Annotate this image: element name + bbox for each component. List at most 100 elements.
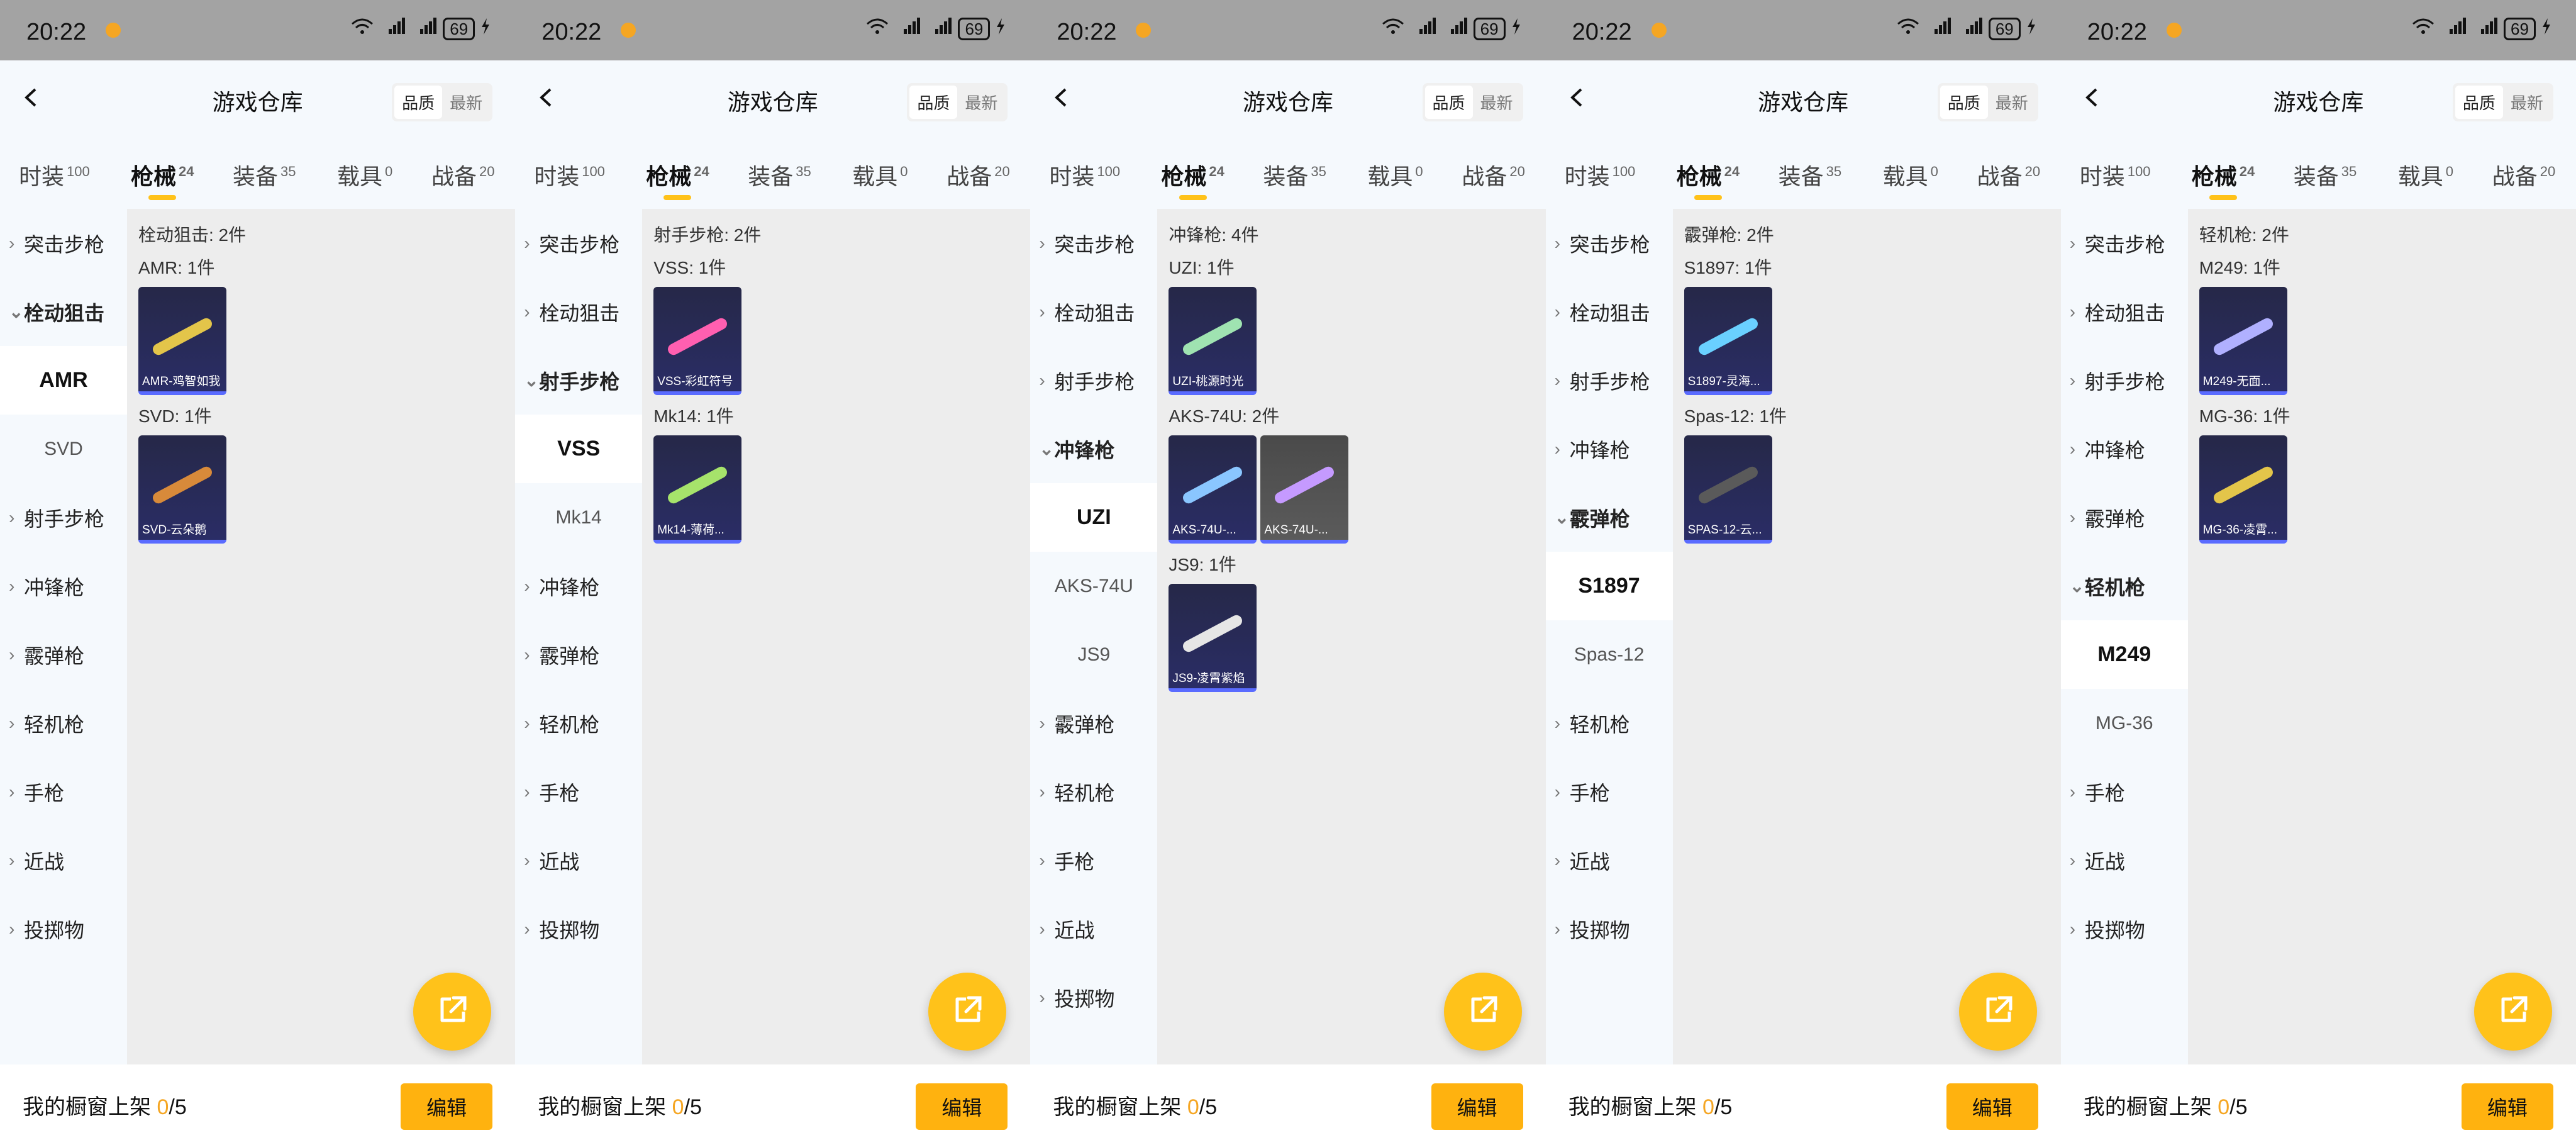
skin-card[interactable]: SPAS-12-云... (1684, 435, 1772, 544)
tab-item[interactable]: 载具 0 (2398, 159, 2453, 191)
share-button[interactable] (1958, 973, 2037, 1051)
sidebar-category[interactable]: › 投掷物 (0, 895, 127, 963)
sidebar-subitem[interactable]: Spas-12 (1546, 620, 1673, 689)
tab-item[interactable]: 装备 35 (233, 159, 296, 191)
sidebar-category[interactable]: ⌄ 轻机枪 (2061, 552, 2188, 620)
tab-item[interactable]: 装备 35 (1779, 159, 1842, 191)
sidebar-category[interactable]: ⌄ 栓动狙击 (0, 277, 127, 346)
sidebar-category[interactable]: › 冲锋枪 (515, 552, 642, 620)
sidebar-category[interactable]: › 手枪 (515, 757, 642, 826)
tab-item[interactable]: 战备 20 (431, 159, 495, 191)
edit-button[interactable]: 编辑 (2461, 1083, 2553, 1130)
sort-quality-button[interactable]: 品质 (2455, 86, 2503, 119)
sidebar-subitem[interactable]: Mk14 (515, 483, 642, 552)
skin-card[interactable]: AMR-鸡智如我 (138, 287, 226, 395)
share-button[interactable] (413, 973, 492, 1051)
tab-item[interactable]: 时装 100 (534, 159, 605, 191)
sidebar-subitem[interactable]: VSS (515, 415, 643, 483)
sidebar-category[interactable]: › 射手步枪 (1030, 346, 1157, 415)
sidebar-category[interactable]: › 冲锋枪 (2061, 415, 2188, 483)
sidebar-category[interactable]: › 投掷物 (515, 895, 642, 963)
sort-quality-button[interactable]: 品质 (1940, 86, 1988, 119)
sidebar-category[interactable]: › 霰弹枪 (515, 620, 642, 689)
tab-item[interactable]: 枪械 24 (646, 159, 709, 200)
sidebar-subitem[interactable]: UZI (1030, 483, 1158, 552)
sidebar-subitem[interactable]: SVD (0, 415, 127, 483)
sidebar-category[interactable]: › 近战 (2061, 826, 2188, 895)
sort-latest-button[interactable]: 最新 (1988, 86, 2036, 119)
sidebar-category[interactable]: › 射手步枪 (2061, 346, 2188, 415)
tab-item[interactable]: 枪械 24 (1161, 159, 1224, 200)
tab-item[interactable]: 战备 20 (1462, 159, 1525, 191)
sidebar-category[interactable]: › 霰弹枪 (2061, 483, 2188, 552)
tab-item[interactable]: 装备 35 (1263, 159, 1326, 191)
skin-card[interactable]: M249-无面... (2199, 287, 2287, 395)
tab-item[interactable]: 载具 0 (337, 159, 392, 191)
sort-latest-button[interactable]: 最新 (442, 86, 490, 119)
sidebar-category[interactable]: › 突击步枪 (515, 209, 642, 277)
sidebar-category[interactable]: › 栓动狙击 (1030, 277, 1157, 346)
sidebar-subitem[interactable]: AMR (0, 346, 127, 415)
share-button[interactable] (928, 973, 1007, 1051)
sidebar-subitem[interactable]: AKS-74U (1030, 552, 1157, 620)
edit-button[interactable]: 编辑 (916, 1083, 1008, 1130)
sidebar-category[interactable]: › 轻机枪 (1546, 689, 1673, 757)
skin-card[interactable]: VSS-彩虹符号 (653, 287, 742, 395)
tab-item[interactable]: 枪械 24 (2192, 159, 2255, 200)
sidebar-category[interactable]: › 手枪 (0, 757, 127, 826)
skin-card[interactable]: MG-36-凌霄... (2199, 435, 2287, 544)
edit-button[interactable]: 编辑 (401, 1083, 493, 1130)
sidebar-category[interactable]: ⌄ 霰弹枪 (1546, 483, 1673, 552)
skin-card[interactable]: AKS-74U-... (1169, 435, 1257, 544)
sidebar-category[interactable]: › 栓动狙击 (2061, 277, 2188, 346)
tab-item[interactable]: 时装 100 (1049, 159, 1120, 191)
tab-item[interactable]: 战备 20 (1977, 159, 2041, 191)
sidebar-category[interactable]: › 轻机枪 (515, 689, 642, 757)
sidebar-category[interactable]: › 突击步枪 (1030, 209, 1157, 277)
tab-item[interactable]: 枪械 24 (1677, 159, 1740, 200)
sidebar-category[interactable]: › 投掷物 (1546, 895, 1673, 963)
skin-card[interactable]: JS9-凌霄紫焰 (1169, 584, 1257, 692)
sidebar-category[interactable]: › 轻机枪 (0, 689, 127, 757)
tab-item[interactable]: 战备 20 (2492, 159, 2556, 191)
tab-item[interactable]: 时装 100 (1565, 159, 1636, 191)
sidebar-category[interactable]: › 近战 (0, 826, 127, 895)
tab-item[interactable]: 枪械 24 (131, 159, 194, 200)
sort-latest-button[interactable]: 最新 (2503, 86, 2551, 119)
edit-button[interactable]: 编辑 (1431, 1083, 1523, 1130)
share-button[interactable] (1443, 973, 1522, 1051)
tab-item[interactable]: 装备 35 (748, 159, 811, 191)
sidebar-category[interactable]: › 突击步枪 (1546, 209, 1673, 277)
sidebar-category[interactable]: › 近战 (1030, 895, 1157, 963)
share-button[interactable] (2473, 973, 2552, 1051)
sidebar-category[interactable]: › 霰弹枪 (0, 620, 127, 689)
sort-quality-button[interactable]: 品质 (394, 86, 443, 119)
sidebar-category[interactable]: › 手枪 (2061, 757, 2188, 826)
sidebar-category[interactable]: › 突击步枪 (2061, 209, 2188, 277)
tab-item[interactable]: 载具 0 (1367, 159, 1423, 191)
sidebar-subitem[interactable]: S1897 (1545, 552, 1673, 620)
tab-item[interactable]: 战备 20 (947, 159, 1010, 191)
sidebar-category[interactable]: › 霰弹枪 (1030, 689, 1157, 757)
tab-item[interactable]: 时装 100 (2080, 159, 2151, 191)
sidebar-subitem[interactable]: JS9 (1030, 620, 1157, 689)
sidebar-category[interactable]: › 轻机枪 (1030, 757, 1157, 826)
sidebar-category[interactable]: › 栓动狙击 (515, 277, 642, 346)
sort-latest-button[interactable]: 最新 (957, 86, 1005, 119)
skin-card[interactable]: Mk14-薄荷... (653, 435, 742, 544)
sidebar-category[interactable]: › 栓动狙击 (1546, 277, 1673, 346)
sort-quality-button[interactable]: 品质 (1424, 86, 1473, 119)
skin-card[interactable]: S1897-灵海... (1684, 287, 1772, 395)
sidebar-category[interactable]: › 射手步枪 (1546, 346, 1673, 415)
tab-item[interactable]: 装备 35 (2294, 159, 2357, 191)
tab-item[interactable]: 载具 0 (1883, 159, 1938, 191)
sidebar-subitem[interactable]: MG-36 (2061, 689, 2188, 757)
sidebar-category[interactable]: › 手枪 (1030, 826, 1157, 895)
sidebar-category[interactable]: › 冲锋枪 (1546, 415, 1673, 483)
sidebar-category[interactable]: › 投掷物 (2061, 895, 2188, 963)
skin-card[interactable]: SVD-云朵鹅 (138, 435, 226, 544)
sidebar-category[interactable]: › 突击步枪 (0, 209, 127, 277)
tab-item[interactable]: 载具 0 (852, 159, 908, 191)
tab-item[interactable]: 时装 100 (19, 159, 90, 191)
sort-quality-button[interactable]: 品质 (909, 86, 958, 119)
